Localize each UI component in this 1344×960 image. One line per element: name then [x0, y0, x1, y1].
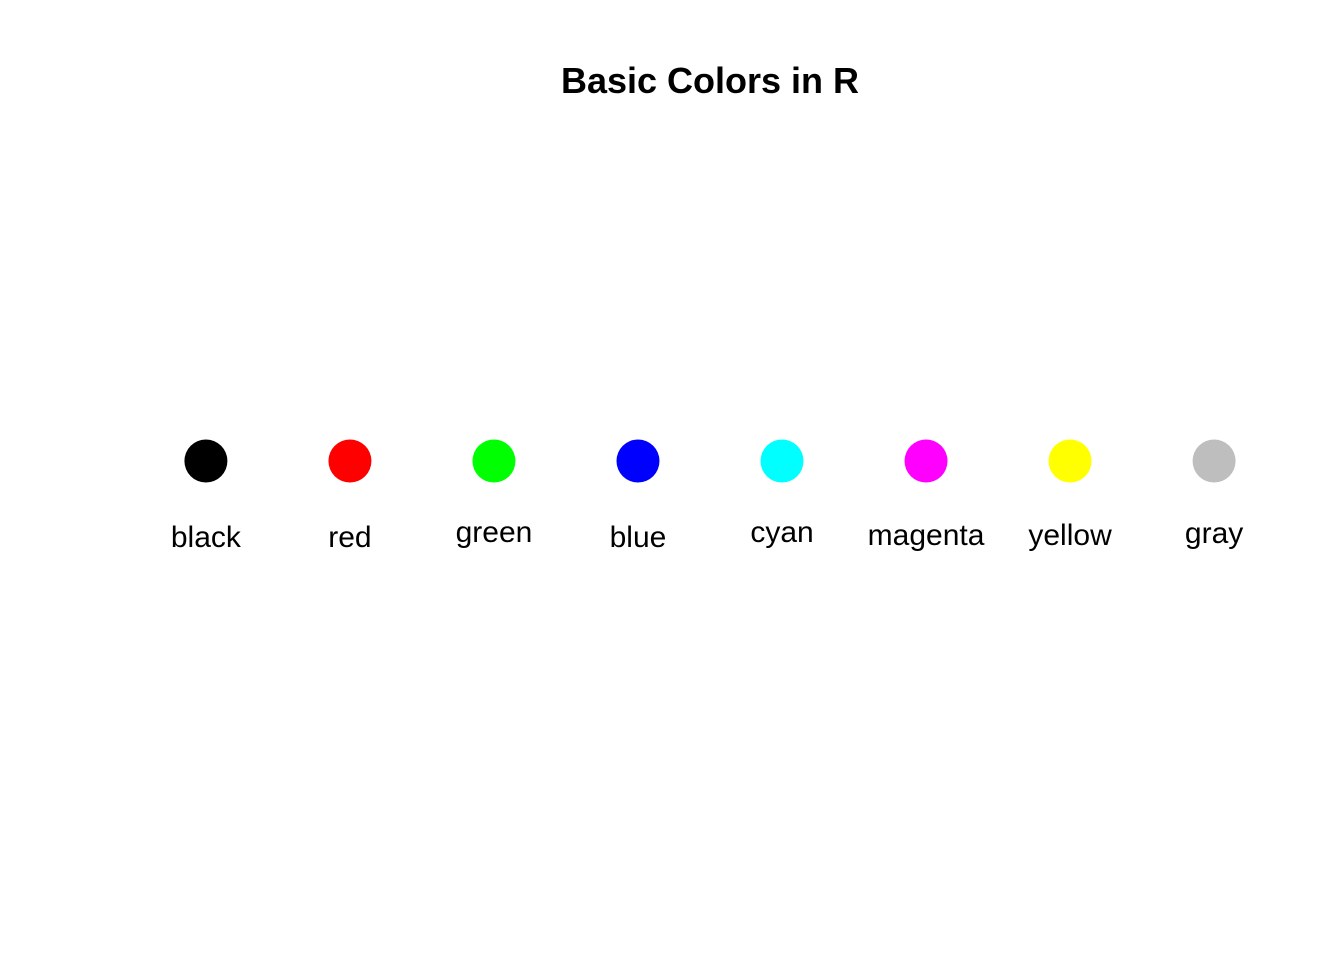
dot-green	[472, 439, 516, 483]
label-cyan: cyan	[750, 516, 813, 549]
label-green: green	[456, 516, 533, 549]
label-magenta: magenta	[868, 519, 985, 552]
label-black: black	[171, 521, 242, 554]
label-yellow: yellow	[1028, 519, 1112, 552]
label-blue: blue	[610, 521, 667, 554]
dot-yellow	[1048, 439, 1092, 483]
dot-red	[328, 439, 372, 483]
chart-title: Basic Colors in R	[561, 60, 859, 101]
label-gray: gray	[1185, 517, 1243, 550]
dot-magenta	[904, 439, 948, 483]
label-red: red	[328, 521, 371, 554]
dot-cyan	[760, 439, 804, 483]
dot-blue	[616, 439, 660, 483]
dot-black	[184, 439, 228, 483]
color-dot-chart: Basic Colors in R black red green blue cyan m…	[0, 0, 1344, 960]
dot-gray	[1192, 439, 1236, 483]
